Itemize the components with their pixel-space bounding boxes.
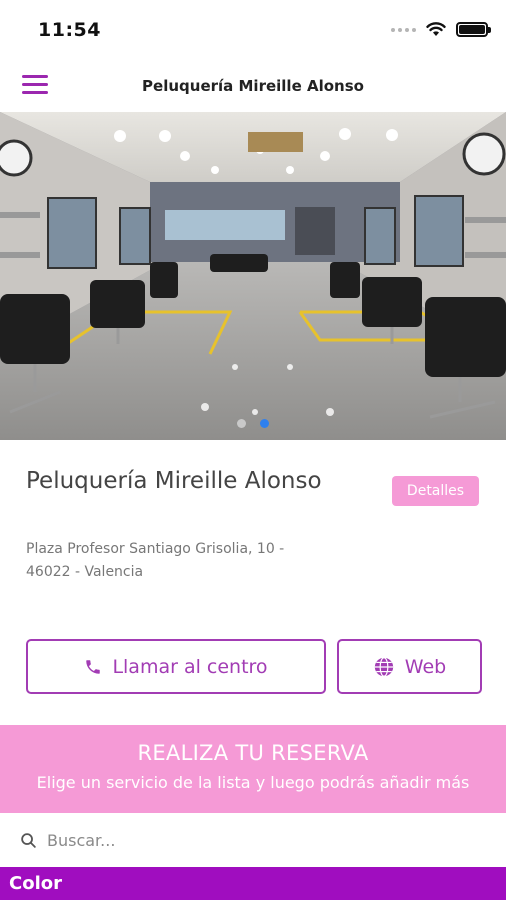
globe-icon [374, 656, 393, 677]
status-time: 11:54 [38, 19, 101, 41]
call-center-label: Llamar al centro [112, 655, 268, 678]
carousel-pagination [0, 419, 506, 428]
search-input[interactable] [47, 830, 447, 850]
booking-heading: REALIZA TU RESERVA [137, 741, 369, 765]
wifi-icon [426, 22, 446, 36]
address-line-2: 46022 - Valencia [26, 564, 144, 580]
carousel-dot[interactable] [237, 419, 246, 428]
search-icon [21, 832, 36, 848]
web-label: Web [404, 655, 447, 678]
search-bar [0, 813, 506, 867]
phone-icon [86, 659, 101, 674]
address-line-1: Plaza Profesor Santiago Grisolia, 10 - [26, 541, 285, 557]
signal-dots-icon [391, 27, 416, 32]
details-button[interactable]: Detalles [392, 476, 479, 506]
booking-banner: REALIZA TU RESERVA Elige un servicio de … [0, 725, 506, 813]
salon-name: Peluquería Mireille Alonso [26, 468, 322, 494]
salon-photo-carousel[interactable] [0, 112, 506, 440]
call-center-button[interactable]: Llamar al centro [26, 639, 326, 694]
booking-subheading: Elige un servicio de la lista y luego po… [36, 773, 470, 792]
carousel-dot-active[interactable] [260, 419, 269, 428]
battery-icon [456, 22, 491, 37]
page-title: Peluquería Mireille Alonso [142, 77, 364, 95]
web-button[interactable]: Web [337, 639, 482, 694]
category-header-color[interactable]: Color [0, 867, 506, 900]
nav-bar: Peluquería Mireille Alonso [0, 60, 506, 112]
salon-address: Plaza Profesor Santiago Grisolia, 10 - 4… [26, 538, 316, 584]
salon-interior-image [0, 112, 506, 440]
status-icons [391, 22, 491, 37]
status-bar: 11:54 [0, 0, 506, 60]
